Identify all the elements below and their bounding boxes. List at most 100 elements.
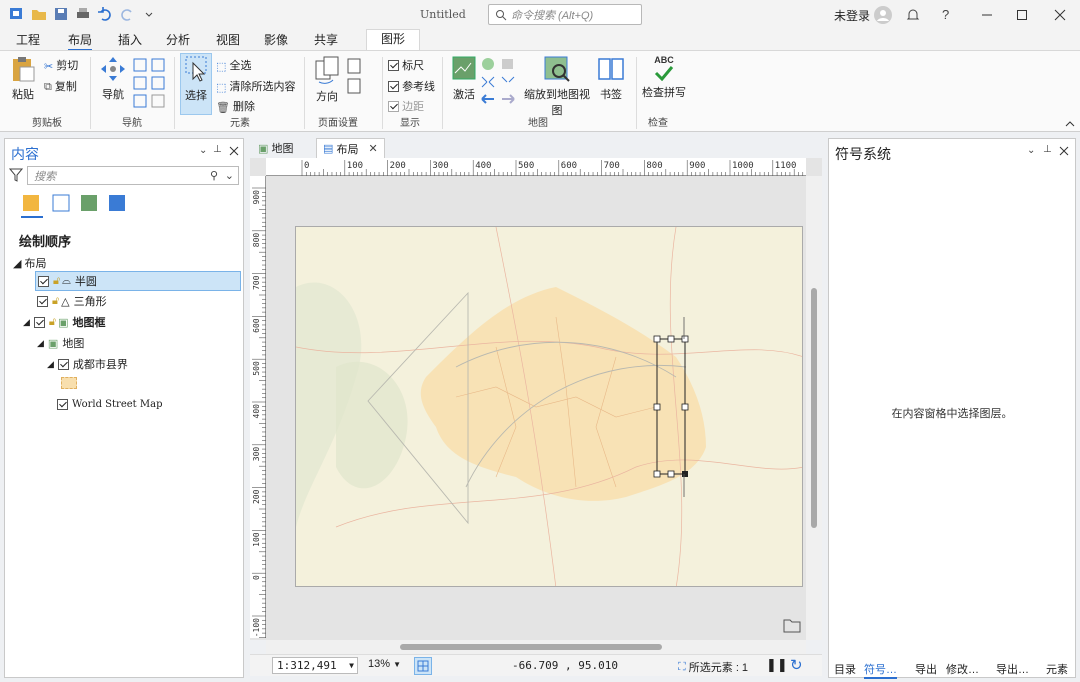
tab-element[interactable]: 元素 <box>1046 661 1068 677</box>
save-icon[interactable] <box>52 6 70 22</box>
scale-select[interactable]: 1:312,491 ▼ <box>272 657 358 674</box>
avatar-icon[interactable] <box>873 5 893 25</box>
tree-item-map[interactable]: ◢ ▣ 地图 <box>37 335 84 351</box>
close-pane-icon[interactable] <box>1059 146 1069 156</box>
tree-item-map-frame[interactable]: ◢ 🔓︎ ▣ 地图框 <box>23 314 105 330</box>
cut-button[interactable]: ✂ 剪切 <box>44 57 78 73</box>
clear-selection-button[interactable]: ⬚ 清除所选内容 <box>216 78 295 94</box>
selected-elements-count[interactable]: ⛶ 所选元素 : 1 <box>678 659 748 675</box>
search-chevron-icon[interactable]: ⌄ <box>225 169 234 182</box>
vertical-scroll-thumb[interactable] <box>811 288 817 528</box>
pause-drawing-icon[interactable]: ❚❚ <box>766 657 788 673</box>
tree-item-semicircle[interactable]: 🔓︎ ⌓ 半圆 <box>35 271 241 291</box>
layout-icon: ▤ <box>323 143 334 155</box>
zoom-to-map-view-button[interactable]: 缩放到地图视图 <box>520 55 594 118</box>
sign-in-status[interactable]: 未登录 <box>834 7 870 24</box>
horizontal-scrollbar[interactable] <box>266 640 806 654</box>
tree-item-chengdu-boundary[interactable]: ◢ 成都市县界 <box>47 356 128 372</box>
layout-guide-icon[interactable] <box>782 616 802 634</box>
tab-export[interactable]: 导出 <box>915 661 937 677</box>
view-toggle-icons[interactable] <box>21 193 129 219</box>
contents-search-input[interactable]: 搜索 ⚲ ⌄ <box>27 166 239 185</box>
pin-icon[interactable]: ⊥ <box>213 144 222 155</box>
tab-project[interactable]: 工程 <box>16 31 40 48</box>
bookmarks-button[interactable]: 书签 <box>596 55 626 102</box>
navigate-label: 导航 <box>102 89 124 101</box>
rulers-checkbox[interactable] <box>388 59 399 71</box>
close-icon[interactable] <box>1053 8 1067 22</box>
close-tab-icon[interactable]: ✕ <box>368 142 377 155</box>
symbol-swatch[interactable] <box>61 377 77 389</box>
tab-export-layout[interactable]: 导出… <box>996 661 1029 677</box>
visibility-checkbox[interactable] <box>38 275 49 287</box>
anchor-handle[interactable] <box>682 471 688 477</box>
tab-graphic[interactable]: 图形 <box>366 29 421 50</box>
orientation-button[interactable]: 方向 <box>312 55 342 104</box>
visibility-checkbox[interactable] <box>57 399 68 410</box>
tab-insert[interactable]: 插入 <box>118 31 142 48</box>
paste-button[interactable]: 粘贴 <box>8 55 38 102</box>
margins-checkbox[interactable] <box>388 100 399 112</box>
lock-icon[interactable]: 🔓︎ <box>52 295 59 308</box>
grid-snap-button[interactable] <box>414 657 432 675</box>
notification-bell-icon[interactable] <box>905 7 921 23</box>
activate-button[interactable]: 激活 <box>450 55 478 102</box>
open-icon[interactable] <box>30 6 48 22</box>
filter-icon[interactable] <box>9 167 23 183</box>
spell-check-button[interactable]: ABC 检查拼写 <box>642 55 686 100</box>
guides-toggle[interactable]: 参考线 <box>388 78 435 94</box>
expand-icon[interactable]: ◢ <box>47 359 54 370</box>
margins-toggle[interactable]: 边距 <box>388 98 424 114</box>
minimize-icon[interactable] <box>980 8 994 22</box>
navigate-button[interactable]: 导航 <box>98 55 128 102</box>
copy-button[interactable]: ⧉ 复制 <box>44 78 77 94</box>
layout-page[interactable] <box>295 226 803 587</box>
help-icon[interactable]: ? <box>942 7 949 22</box>
redo-icon[interactable] <box>118 6 136 22</box>
tab-symbology[interactable]: 符号… <box>864 661 897 679</box>
tab-map-view[interactable]: ▣ 地图 <box>252 138 299 158</box>
refresh-icon[interactable]: ↻ <box>790 656 803 674</box>
map-small-tools-icons[interactable] <box>480 57 516 107</box>
vertical-scrollbar[interactable] <box>806 176 822 640</box>
visibility-checkbox[interactable] <box>57 358 69 370</box>
map-frame[interactable] <box>296 227 803 587</box>
tab-share[interactable]: 共享 <box>314 31 338 48</box>
visibility-checkbox[interactable] <box>33 316 45 328</box>
pin-icon[interactable]: ⊥ <box>1043 144 1052 155</box>
page-size-icons[interactable] <box>346 57 370 97</box>
customize-chevron-icon[interactable] <box>140 6 158 22</box>
guides-checkbox[interactable] <box>388 80 399 92</box>
close-pane-icon[interactable] <box>229 146 239 156</box>
print-icon[interactable] <box>74 6 92 22</box>
pane-options-icon[interactable]: ⌄ <box>199 145 207 156</box>
command-search-input[interactable]: 命令搜索 (Alt+Q) <box>488 4 642 25</box>
tab-layout[interactable]: 布局 <box>68 31 93 51</box>
expand-icon[interactable]: ◢ <box>23 317 30 328</box>
tab-view[interactable]: 视图 <box>216 31 240 48</box>
undo-icon[interactable] <box>96 6 114 22</box>
lock-icon[interactable]: 🔓︎ <box>53 275 60 288</box>
rulers-toggle[interactable]: 标尺 <box>388 57 424 73</box>
tree-item-triangle[interactable]: 🔓︎ △ 三角形 <box>37 293 107 309</box>
visibility-checkbox[interactable] <box>37 295 48 307</box>
horizontal-scroll-thumb[interactable] <box>400 644 662 650</box>
pane-options-icon[interactable]: ⌄ <box>1027 145 1035 156</box>
select-all-button[interactable]: ⬚ 全选 <box>216 57 251 73</box>
tab-modify[interactable]: 修改… <box>946 661 979 677</box>
expand-icon[interactable]: ◢ <box>13 258 21 270</box>
lock-icon[interactable]: 🔓︎ <box>49 316 56 329</box>
zoom-select[interactable]: 13% ▼ <box>368 658 401 670</box>
nav-tools-icons[interactable] <box>132 57 168 111</box>
delete-button[interactable]: 🗑 删除 <box>216 98 255 114</box>
tab-catalog[interactable]: 目录 <box>834 661 856 677</box>
tree-layout-node[interactable]: ◢ 布局 <box>13 255 47 271</box>
expand-icon[interactable]: ◢ <box>37 338 44 349</box>
maximize-icon[interactable] <box>1015 8 1029 22</box>
tab-imagery[interactable]: 影像 <box>264 31 288 48</box>
select-tool-button[interactable]: 选择 <box>180 53 212 115</box>
tree-item-basemap[interactable]: World Street Map <box>57 399 162 410</box>
tab-layout-view[interactable]: ▤ 布局 ✕ <box>316 138 385 158</box>
collapse-ribbon-icon[interactable] <box>1064 119 1076 129</box>
tab-analysis[interactable]: 分析 <box>166 31 190 48</box>
